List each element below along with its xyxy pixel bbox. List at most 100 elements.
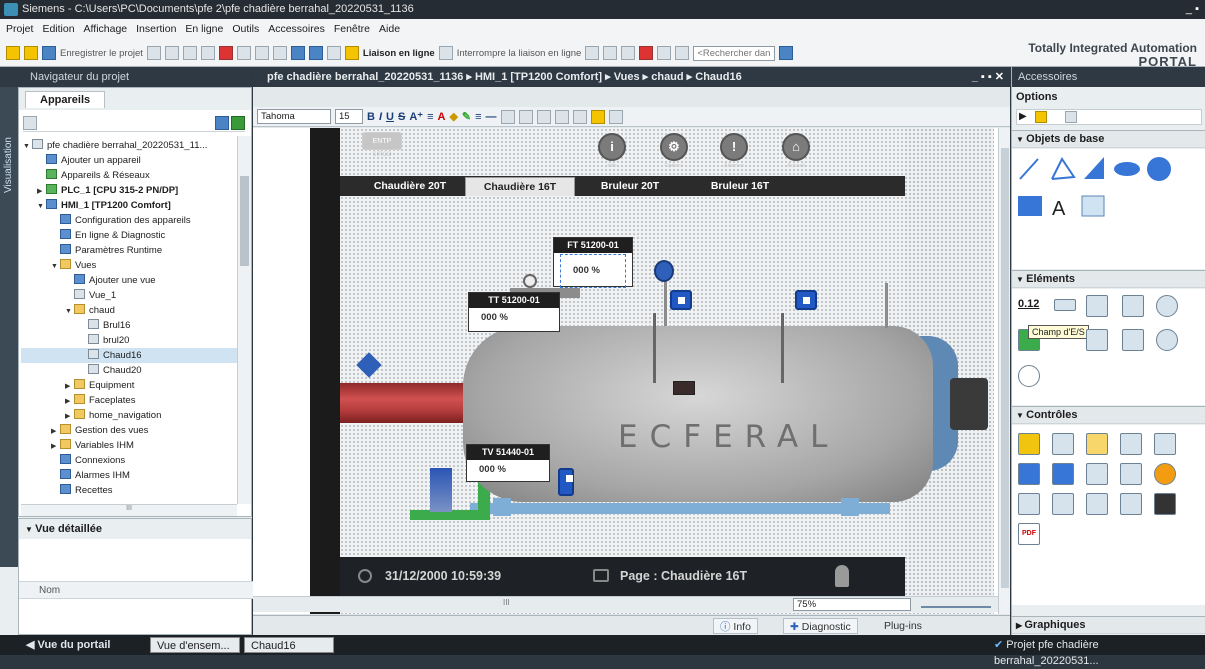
accessible-devices-icon[interactable] (585, 46, 600, 60)
tree-item[interactable]: Vue_1 (21, 288, 237, 303)
task-overview[interactable]: Vue d'ensem... (150, 637, 240, 653)
tree-scrollbar[interactable] (237, 136, 251, 504)
italic-icon[interactable]: I (379, 111, 382, 123)
user-icon[interactable] (835, 565, 849, 587)
tag-tv-value[interactable]: 000 % (467, 460, 549, 480)
font-size-field[interactable]: 15 (335, 109, 363, 124)
tab-info[interactable]: ⓘ Info (713, 618, 758, 634)
printer-job-icon[interactable] (1052, 493, 1074, 515)
group-icon[interactable] (554, 109, 569, 124)
line-width-icon[interactable]: — (486, 111, 497, 123)
menu-edition[interactable]: Edition (42, 23, 74, 35)
system-diagnostic-icon[interactable] (1120, 463, 1142, 485)
window-controls[interactable]: _ ▪ (1186, 0, 1199, 19)
tree-item[interactable]: Chaud20 (21, 363, 237, 378)
tree-collapse-icon[interactable] (231, 116, 245, 130)
media-player-icon[interactable] (1154, 463, 1176, 485)
html-browser-icon[interactable] (1120, 433, 1142, 455)
stop-cpu-icon[interactable] (639, 46, 654, 60)
hmi-tab[interactable]: Bruleur 16T (685, 177, 795, 196)
tag-ft-value[interactable]: 000 % (560, 254, 626, 288)
sysdiag-window-icon[interactable] (1120, 493, 1142, 515)
upload-icon[interactable] (308, 46, 323, 60)
tree-item[interactable]: En ligne & Diagnostic (21, 228, 237, 243)
detail-name-column[interactable]: Nom (19, 581, 253, 599)
polyline-tool-icon[interactable] (1051, 157, 1076, 180)
text-tool-icon[interactable]: A (1052, 198, 1066, 220)
tree-item[interactable]: Ajouter un appareil (21, 153, 237, 168)
vertical-tab-visualisation[interactable]: Visualisation (0, 87, 18, 567)
tree-item[interactable]: ▼ chaud (21, 303, 237, 318)
tag-tv-51440-01[interactable]: TV 51440-01 000 % (466, 444, 550, 482)
go-offline-icon[interactable] (438, 46, 453, 60)
cross-reference-icon[interactable] (603, 46, 618, 60)
level-transmitter-2[interactable] (795, 290, 817, 310)
tree-item[interactable]: ▼ pfe chadière berrahal_20220531_11... (21, 138, 237, 153)
status-force-icon[interactable] (1018, 463, 1040, 485)
font-size-up-icon[interactable]: A⁺ (409, 110, 423, 123)
menu-insertion[interactable]: Insertion (136, 23, 176, 35)
tag-ft-51200-01[interactable]: FT 51200-01 000 % (553, 237, 633, 288)
section-graphiques[interactable]: ▶ Graphiques (1012, 616, 1205, 634)
detail-view-header[interactable]: ▼ Vue détaillée (19, 519, 251, 539)
print-icon[interactable] (146, 46, 161, 60)
line-style-icon[interactable]: ≡ (475, 111, 481, 123)
tree-item[interactable]: Brul16 (21, 318, 237, 333)
graphic-io-icon[interactable] (1122, 295, 1144, 317)
switch-icon[interactable] (1086, 329, 1108, 351)
split-horizontal-icon[interactable] (657, 46, 672, 60)
hmi-btn-options-icon[interactable]: ⚙ (660, 133, 688, 161)
font-color-icon[interactable]: A (437, 111, 445, 123)
circle-tool-icon[interactable] (1147, 157, 1171, 181)
split-vertical-icon[interactable] (675, 46, 690, 60)
tv-control-valve-actuator[interactable] (558, 468, 574, 496)
steam-valve-icon[interactable] (356, 352, 382, 378)
select-arrow-icon[interactable]: ▶ (1019, 111, 1027, 122)
section-controles[interactable]: ▼ Contrôles (1012, 406, 1205, 424)
sm-icon[interactable] (1052, 463, 1074, 485)
tag-tt-51200-01[interactable]: TT 51200-01 000 % (468, 292, 560, 332)
tree-item[interactable]: Alarmes IHM (21, 468, 237, 483)
top-control-valve[interactable] (654, 260, 674, 282)
new-project-icon[interactable] (6, 46, 20, 60)
button-tool-icon[interactable] (1054, 299, 1076, 311)
level-transmitter-1[interactable] (670, 290, 692, 310)
tree-expand-icon[interactable]: ▼ (23, 139, 32, 154)
tree-item[interactable]: Ajouter une vue (21, 273, 237, 288)
strikethrough-icon[interactable]: S (398, 111, 405, 123)
underline-icon[interactable]: U (386, 111, 394, 123)
bold-icon[interactable]: B (367, 111, 375, 123)
tree-item[interactable]: ▶ Equipment (21, 378, 237, 393)
hmi-tab[interactable]: Chaudière 16T (465, 177, 575, 196)
copy-icon[interactable] (182, 46, 197, 60)
hmi-tab[interactable]: Chaudière 20T (355, 177, 465, 196)
tree-item[interactable]: ▶ home_navigation (21, 408, 237, 423)
animation-icon[interactable] (590, 109, 605, 124)
slider-icon[interactable] (1122, 329, 1144, 351)
tag-tt-value[interactable]: 000 % (469, 308, 559, 328)
line-color-icon[interactable]: ✎ (462, 110, 471, 123)
alarm-view-icon[interactable] (1018, 433, 1040, 455)
tab-diagnostic[interactable]: ✚ Diagnostic (783, 618, 858, 634)
tree-scroll-thumb[interactable] (240, 176, 249, 266)
font-name-field[interactable]: Tahoma (257, 109, 331, 124)
tab-appareils[interactable]: Appareils (25, 91, 106, 108)
arrange-icon[interactable] (500, 109, 515, 124)
download-icon[interactable] (290, 46, 305, 60)
menu-accessoires[interactable]: Accessoires (268, 23, 325, 35)
start-cpu-icon[interactable] (621, 46, 636, 60)
hmi-btn-alarmes-icon[interactable]: ! (720, 133, 748, 161)
section-elements[interactable]: ▼ Eléments (1012, 270, 1205, 288)
tree-expand-icon[interactable]: ▶ (65, 379, 74, 394)
library-icon[interactable] (1035, 111, 1047, 123)
align-icon[interactable]: ≡ (427, 111, 433, 123)
clock-tool-icon[interactable] (1018, 365, 1040, 387)
simulate-icon[interactable] (326, 46, 341, 60)
ellipse-tool-icon[interactable] (1114, 162, 1140, 176)
open-project-icon[interactable] (24, 46, 38, 60)
fill-color-icon[interactable]: ◆ (449, 110, 457, 123)
tree-item[interactable]: brul20 (21, 333, 237, 348)
tree-expand-icon[interactable]: ▶ (51, 424, 60, 439)
undo-icon[interactable] (236, 46, 251, 60)
gauge-icon[interactable] (1156, 329, 1178, 351)
